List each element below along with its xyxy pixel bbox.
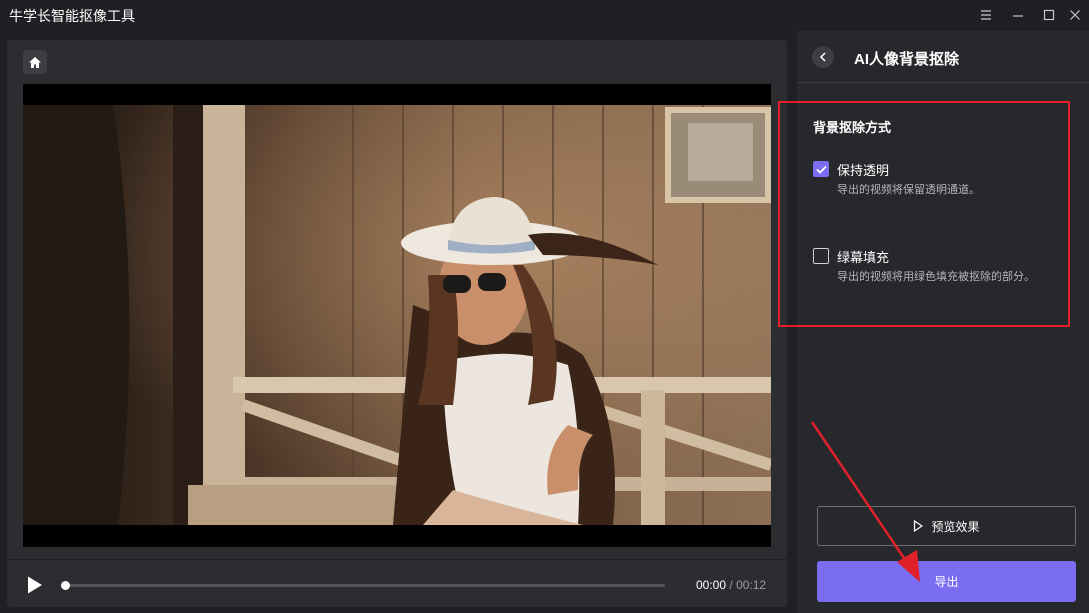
option-description: 导出的视频将保留透明通道。 <box>837 184 980 196</box>
section-title: 背景抠除方式 <box>813 120 892 135</box>
menu-icon[interactable] <box>975 4 997 26</box>
maximize-icon[interactable] <box>1038 4 1060 26</box>
checkbox-green-screen[interactable] <box>813 248 829 264</box>
settings-panel: AI人像背景抠除 背景抠除方式 保持透明 导出的视频将保留透明通道。 绿幕填充 … <box>797 31 1089 613</box>
app-title: 牛学长智能抠像工具 <box>9 8 135 24</box>
play-outline-icon <box>914 520 924 532</box>
divider <box>7 559 787 560</box>
preview-label: 预览效果 <box>931 519 980 534</box>
time-display: 00:00 / 00:12 <box>696 578 766 592</box>
preview-button[interactable]: 预览效果 <box>817 506 1076 546</box>
video-canvas[interactable] <box>23 84 771 547</box>
player-controls: 00:00 / 00:12 <box>7 559 787 607</box>
minimize-icon[interactable] <box>1007 4 1029 26</box>
video-preview-panel: 00:00 / 00:12 <box>7 40 787 607</box>
progress-bar[interactable] <box>61 581 665 590</box>
option-description: 导出的视频将用绿色填充被抠除的部分。 <box>837 271 1035 283</box>
export-button[interactable]: 导出 <box>817 561 1076 602</box>
option-label: 绿幕填充 <box>837 250 890 265</box>
title-bar: 牛学长智能抠像工具 <box>0 0 1089 31</box>
play-icon[interactable] <box>26 575 44 595</box>
back-button[interactable] <box>812 46 834 68</box>
current-time: 00:00 <box>696 578 727 592</box>
checkbox-keep-transparent[interactable] <box>813 161 829 177</box>
panel-header: AI人像背景抠除 <box>797 31 1089 83</box>
video-frame-image <box>23 105 771 525</box>
progress-handle[interactable] <box>61 581 70 590</box>
export-label: 导出 <box>934 575 959 589</box>
option-label: 保持透明 <box>837 163 890 178</box>
home-icon <box>29 56 41 68</box>
chevron-left-icon <box>819 52 826 62</box>
check-icon <box>815 165 827 174</box>
total-time: 00:12 <box>736 578 767 592</box>
panel-title: AI人像背景抠除 <box>854 51 960 68</box>
close-icon[interactable] <box>1064 4 1086 26</box>
time-separator: / <box>729 578 733 592</box>
home-button[interactable] <box>23 50 47 74</box>
